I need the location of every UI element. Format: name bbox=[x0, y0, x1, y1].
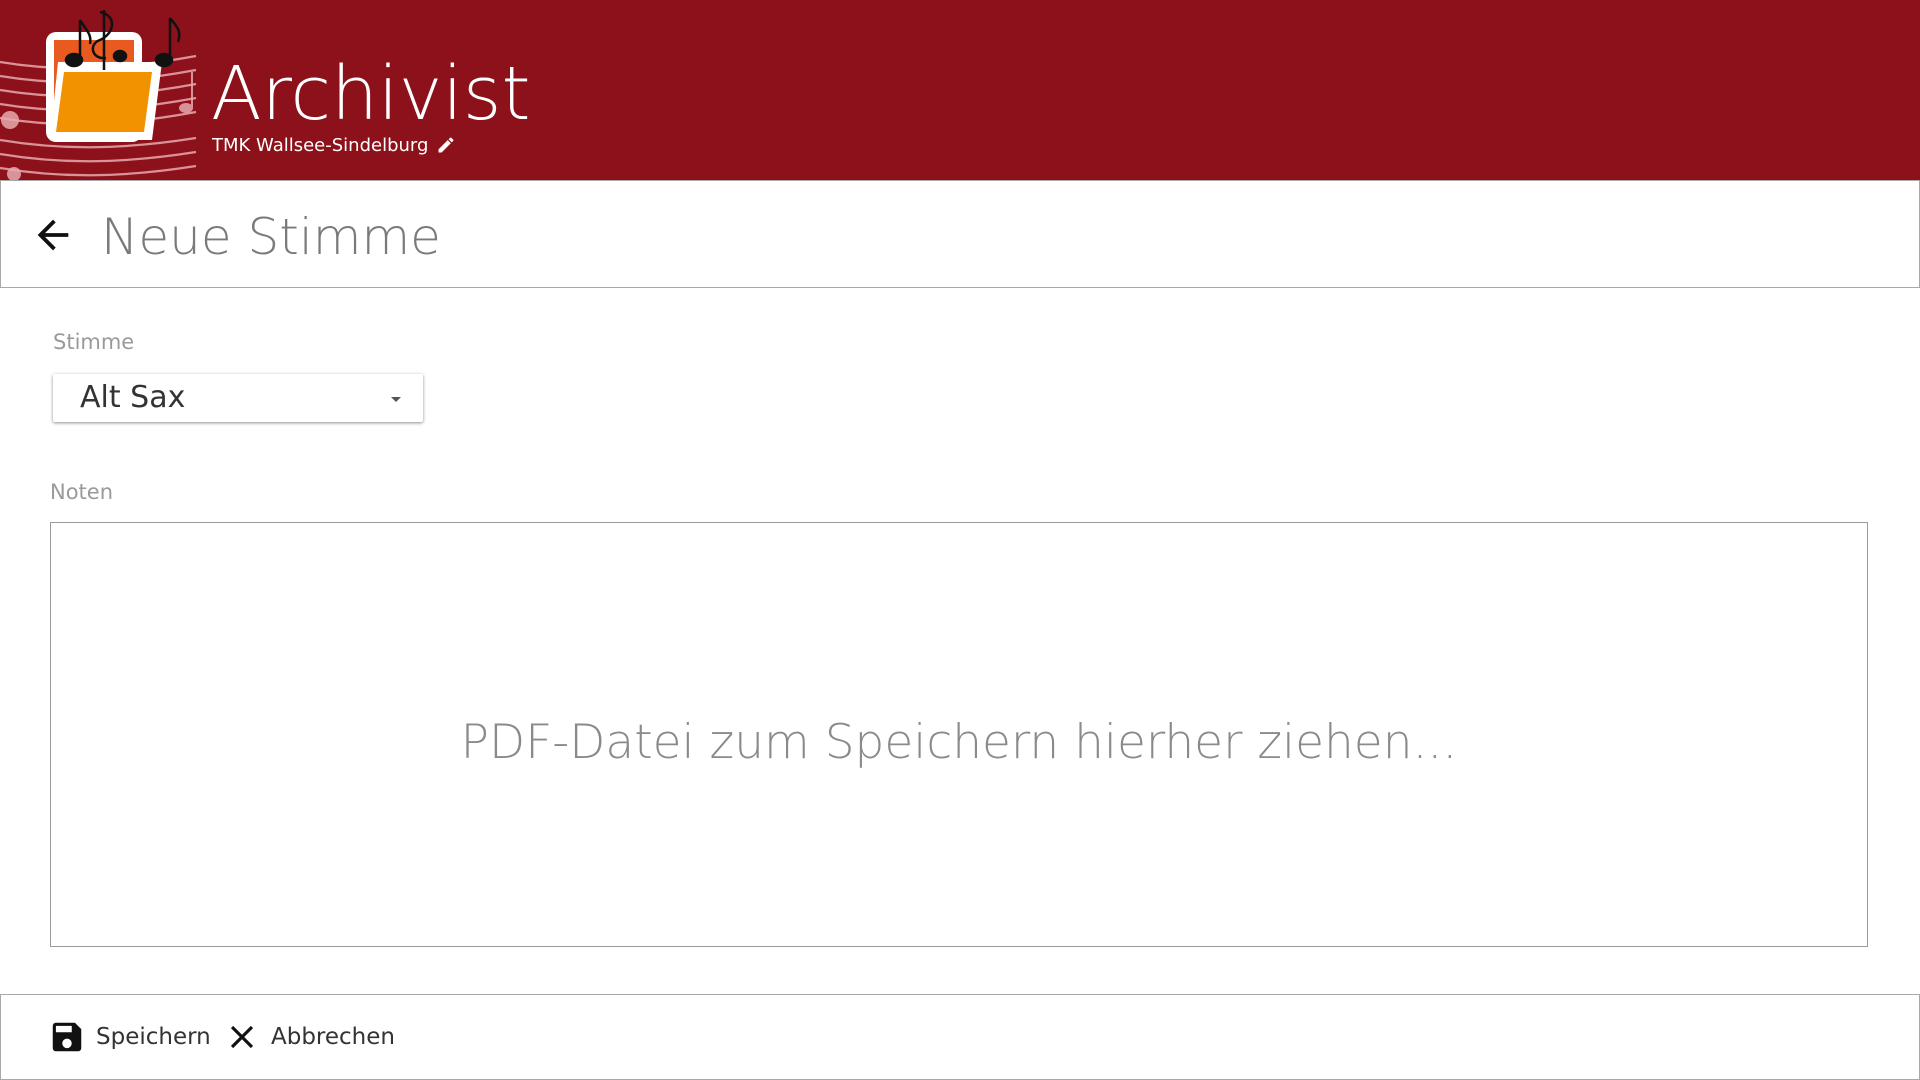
command-bar: Speichern Abbrechen bbox=[0, 994, 1920, 1080]
pencil-icon[interactable] bbox=[436, 135, 456, 155]
save-label: Speichern bbox=[96, 1024, 211, 1050]
stimme-selected-value: Alt Sax bbox=[80, 380, 186, 415]
folder-music-logo-icon bbox=[0, 10, 197, 180]
close-icon bbox=[230, 1025, 254, 1049]
pdf-dropzone[interactable]: PDF-Datei zum Speichern hierher ziehen..… bbox=[50, 522, 1868, 947]
app-title: Archivist bbox=[211, 51, 531, 137]
cancel-button[interactable]: Abbrechen bbox=[223, 1015, 395, 1059]
page-header: Neue Stimme bbox=[0, 180, 1920, 288]
stimme-select[interactable]: Alt Sax bbox=[53, 374, 423, 422]
app-header: Archivist TMK Wallsee-Sindelburg bbox=[0, 0, 1920, 180]
arrow-left-icon bbox=[37, 219, 69, 251]
floppy-disk-icon bbox=[52, 1022, 82, 1052]
page-title: Neue Stimme bbox=[101, 208, 441, 266]
app-window: Archivist TMK Wallsee-Sindelburg Neue St… bbox=[0, 0, 1920, 1080]
dropzone-hint: PDF-Datei zum Speichern hierher ziehen..… bbox=[460, 715, 1458, 770]
organization-row[interactable]: TMK Wallsee-Sindelburg bbox=[212, 132, 456, 158]
chevron-down-icon bbox=[391, 397, 401, 402]
organization-name: TMK Wallsee-Sindelburg bbox=[212, 134, 429, 156]
noten-label: Noten bbox=[50, 480, 114, 504]
save-button[interactable]: Speichern bbox=[48, 1015, 211, 1059]
stimme-label: Stimme bbox=[53, 330, 135, 354]
back-button[interactable] bbox=[23, 207, 83, 263]
cancel-label: Abbrechen bbox=[271, 1024, 395, 1050]
